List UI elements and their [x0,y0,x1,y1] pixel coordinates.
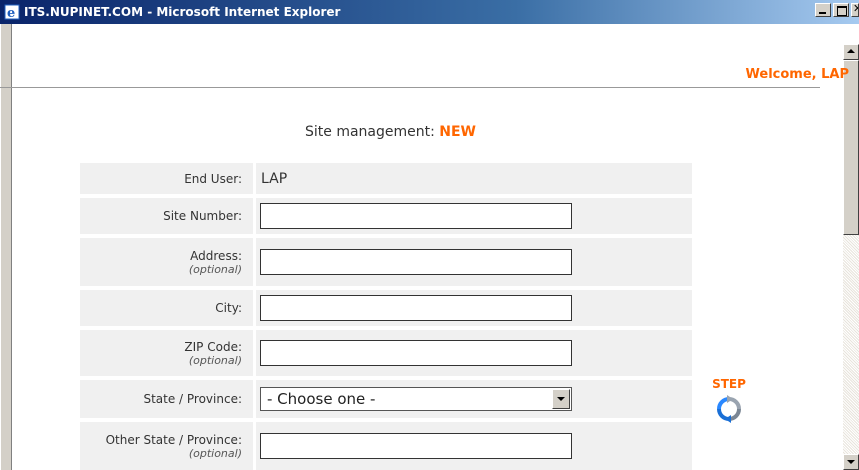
form-row-other-state: Other State / Province: (optional) [80,422,692,470]
page-title-prefix: Site management: [305,124,440,140]
chevron-down-icon[interactable] [552,389,570,409]
site-number-field-cell [253,198,692,234]
window-title: ITS.NUPINET.COM - Microsoft Internet Exp… [24,5,341,19]
zip-label-cell: ZIP Code: (optional) [80,330,250,376]
zip-label: ZIP Code: [184,339,242,354]
site-number-label-cell: Site Number: [80,198,250,234]
other-state-field-cell [253,422,692,470]
refresh-icon[interactable] [715,395,743,427]
city-field-cell [253,290,692,326]
state-label-cell: State / Province: [80,380,250,418]
state-select[interactable]: - Choose one - [260,387,572,411]
other-state-optional-note: (optional) [188,446,242,460]
end-user-field-cell: LAP [253,163,692,194]
end-user-value: LAP [261,170,288,187]
address-label: Address: [190,248,242,263]
scroll-track[interactable] [843,235,859,454]
site-number-label: Site Number: [163,209,242,223]
address-label-cell: Address: (optional) [80,238,250,286]
form-row-site-number: Site Number: [80,198,692,234]
welcome-message: Welcome, LAP [745,67,850,82]
other-state-label: Other State / Province: [105,432,242,447]
city-input[interactable] [260,295,572,321]
vertical-scrollbar[interactable] [843,44,859,470]
page-status: NEW [439,124,477,140]
svg-text:e: e [7,6,15,20]
address-field-cell [253,238,692,286]
window-titlebar: e ITS.NUPINET.COM - Microsoft Internet E… [0,0,859,24]
state-select-value: - Choose one - [267,390,376,408]
city-label: City: [215,301,242,315]
ie-icon: e [4,4,20,20]
close-button[interactable] [851,3,859,17]
window-frame-left-inner [4,24,12,470]
zip-input[interactable] [260,340,572,366]
form-row-end-user: End User: LAP [80,163,692,194]
header-divider [0,87,820,88]
window-controls [813,3,859,17]
address-optional-note: (optional) [188,262,242,276]
scroll-thumb[interactable] [843,60,859,235]
state-label: State / Province: [143,392,242,406]
zip-optional-note: (optional) [188,353,242,367]
zip-field-cell [253,330,692,376]
step-label: STEP [712,377,746,391]
minimize-button[interactable] [815,3,831,17]
scroll-down-button[interactable] [843,454,859,470]
form-row-address: Address: (optional) [80,238,692,286]
scroll-up-button[interactable] [843,44,859,60]
city-label-cell: City: [80,290,250,326]
form-row-zip: ZIP Code: (optional) [80,330,692,376]
other-state-input[interactable] [260,433,572,459]
maximize-button[interactable] [833,3,849,17]
state-field-cell: - Choose one - [253,380,692,418]
other-state-label-cell: Other State / Province: (optional) [80,422,250,470]
page-title: Site management: NEW [305,124,476,140]
site-number-input[interactable] [260,203,572,229]
address-input[interactable] [260,249,572,275]
end-user-label: End User: [184,171,242,186]
form-row-city: City: [80,290,692,326]
end-user-label-cell: End User: [80,163,250,194]
step-indicator[interactable]: STEP [709,377,749,427]
form-row-state: State / Province: - Choose one - [80,380,692,418]
